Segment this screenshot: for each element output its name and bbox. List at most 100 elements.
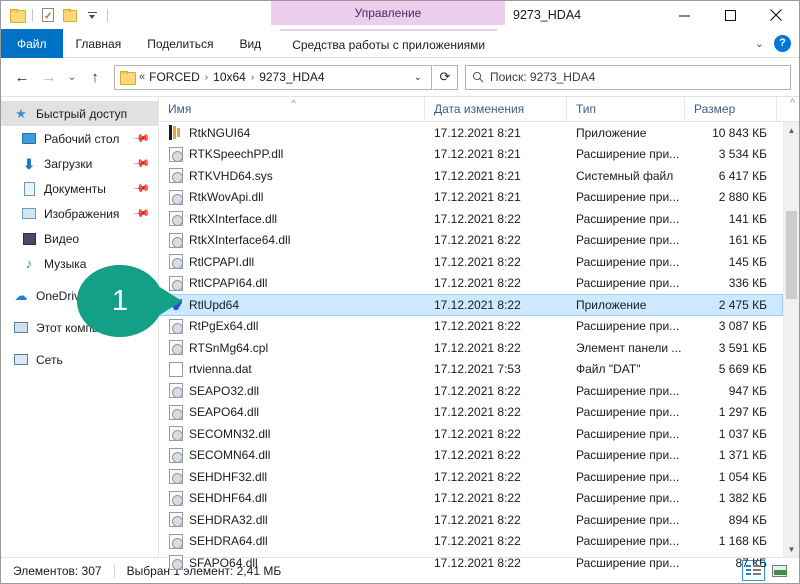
column-header-name[interactable]: Имя ^ (159, 97, 424, 121)
search-input[interactable]: Поиск: 9273_HDA4 (490, 70, 595, 84)
sidebar-item-music[interactable]: ♪ Музыка (1, 251, 158, 276)
up-button[interactable]: ↑ (82, 64, 108, 90)
file-name-label: RtlUpd64 (189, 297, 240, 312)
table-row[interactable]: RtlUpd64 17.12.2021 8:22 Приложение 2 475 К… (159, 294, 783, 316)
sidebar-item-documents[interactable]: Документы 📌 (1, 176, 158, 201)
folder-icon[interactable] (8, 6, 26, 24)
navigation-pane: ★ Быстрый доступ Рабочий стол 📌 ⬇ Загруз… (1, 97, 159, 557)
dll-icon (169, 146, 183, 162)
tab-share[interactable]: Поделиться (134, 29, 226, 58)
tab-home[interactable]: Главная (63, 29, 135, 58)
sidebar-item-videos[interactable]: Видео (1, 226, 158, 251)
pin-icon[interactable]: 📌 (133, 129, 152, 148)
table-row[interactable]: RtlCPAPI64.dll 17.12.2021 8:22 Расширение … (159, 273, 783, 295)
sidebar-item-desktop[interactable]: Рабочий стол 📌 (1, 126, 158, 151)
scroll-up-button[interactable]: ▲ (784, 122, 799, 138)
table-row[interactable]: SEHDRA32.dll 17.12.2021 8:22 Расширение пр… (159, 509, 783, 531)
breadcrumb-bar[interactable]: « FORCED › 10x64 › 9273_HDA4 ⌄ (114, 64, 432, 90)
file-name-cell: SEHDRA64.dll (160, 533, 425, 549)
file-name-label: RTKVHD64.sys (189, 168, 273, 183)
file-list-pane: Имя ^ Дата изменения Тип Размер ^ RtkNGU… (159, 97, 799, 571)
file-type-cell: Расширение при... (576, 426, 680, 441)
tab-file[interactable]: Файл (1, 29, 63, 58)
file-name-label: SEAPO32.dll (189, 383, 260, 398)
address-dropdown-icon[interactable]: ⌄ (407, 72, 429, 83)
dll-icon (169, 469, 183, 485)
file-name-label: RtPgEx64.dll (189, 319, 259, 334)
file-name-label: SEHDHF32.dll (189, 469, 268, 484)
breadcrumb-item-2[interactable]: 9273_HDA4 (259, 70, 324, 84)
breadcrumb-item-1[interactable]: 10x64 (213, 70, 246, 84)
table-row[interactable]: SEHDHF64.dll 17.12.2021 8:22 Расширение пр… (159, 488, 783, 510)
breadcrumb: « FORCED › 10x64 › 9273_HDA4 (139, 70, 325, 84)
table-row[interactable]: RtkNGUI64 17.12.2021 8:21 Приложение 10 843… (159, 122, 783, 144)
file-date-cell: 17.12.2021 8:22 (434, 297, 521, 312)
file-list-scroll-area: RtkNGUI64 17.12.2021 8:21 Приложение 10 843… (159, 122, 799, 571)
file-date-cell: 17.12.2021 8:21 (434, 168, 521, 183)
breadcrumb-item-0[interactable]: FORCED (149, 70, 200, 84)
table-row[interactable]: SFAPO64.dll 17.12.2021 8:22 Расширение при… (159, 552, 783, 574)
column-header-type[interactable]: Тип (566, 97, 684, 121)
recent-locations-button[interactable]: ⌄ (63, 64, 81, 90)
search-box[interactable]: Поиск: 9273_HDA4 (465, 64, 791, 90)
dll-icon (169, 275, 183, 291)
table-row[interactable]: SECOMN64.dll 17.12.2021 8:22 Расширение пр… (159, 445, 783, 467)
chevron-down-icon[interactable]: ⌄ (755, 37, 764, 50)
table-row[interactable]: rtvienna.dat 17.12.2021 7:53 Файл "DAT" 5 6… (159, 359, 783, 381)
properties-icon[interactable] (39, 6, 57, 24)
file-type-cell: Расширение при... (576, 190, 680, 205)
breadcrumb-separator[interactable]: › (248, 72, 257, 83)
file-date-cell: 17.12.2021 8:22 (434, 555, 521, 570)
table-row[interactable]: RtkWovApi.dll 17.12.2021 8:21 Расширение п… (159, 187, 783, 209)
vertical-scrollbar[interactable]: ▲ ▼ (783, 122, 799, 557)
close-button[interactable] (753, 1, 799, 29)
file-date-cell: 17.12.2021 8:22 (434, 534, 521, 549)
scroll-thumb[interactable] (786, 210, 797, 300)
column-header-size[interactable]: Размер (684, 97, 776, 121)
back-button[interactable]: ← (9, 64, 35, 90)
table-row[interactable]: SECOMN32.dll 17.12.2021 8:22 Расширение пр… (159, 423, 783, 445)
forward-button[interactable]: → (36, 64, 62, 90)
scroll-track[interactable] (784, 138, 799, 541)
file-size-cell: 1 054 КБ (718, 469, 767, 484)
new-folder-icon[interactable] (61, 6, 79, 24)
file-name-cell: SECOMN32.dll (160, 426, 425, 442)
table-row[interactable]: SEAPO32.dll 17.12.2021 8:22 Расширение при… (159, 380, 783, 402)
sidebar-item-network[interactable]: Сеть (1, 347, 158, 372)
help-icon[interactable]: ? (774, 34, 791, 52)
refresh-button[interactable]: ⟳ (433, 64, 458, 90)
table-row[interactable]: RtlCPAPI.dll 17.12.2021 8:22 Расширение пр… (159, 251, 783, 273)
pin-icon[interactable]: 📌 (133, 179, 152, 198)
sidebar-item-quick-access[interactable]: ★ Быстрый доступ (1, 101, 158, 126)
dll-icon (169, 533, 183, 549)
column-header-overflow[interactable]: ^ (776, 97, 799, 121)
dat-icon (169, 361, 183, 377)
customize-dropdown-icon[interactable] (83, 6, 101, 24)
table-row[interactable]: RTKVHD64.sys 17.12.2021 8:21 Системный фай… (159, 165, 783, 187)
scroll-down-button[interactable]: ▼ (784, 541, 799, 557)
table-row[interactable]: RtPgEx64.dll 17.12.2021 8:22 Расширение пр… (159, 316, 783, 338)
column-header-date[interactable]: Дата изменения (424, 97, 566, 121)
table-row[interactable]: RTSnMg64.cpl 17.12.2021 8:22 Элемент панел… (159, 337, 783, 359)
file-date-cell: 17.12.2021 8:22 (434, 276, 521, 291)
minimize-button[interactable] (661, 1, 707, 29)
tab-view[interactable]: Вид (226, 29, 274, 58)
file-size-cell: 2 475 КБ (718, 297, 767, 312)
table-row[interactable]: RtkXInterface64.dll 17.12.2021 8:22 Расшир… (159, 230, 783, 252)
file-name-label: RtkNGUI64 (189, 125, 251, 140)
breadcrumb-separator[interactable]: › (202, 72, 211, 83)
table-row[interactable]: RtkXInterface.dll 17.12.2021 8:22 Расширен… (159, 208, 783, 230)
sidebar-item-downloads[interactable]: ⬇ Загрузки 📌 (1, 151, 158, 176)
pin-icon[interactable]: 📌 (133, 204, 152, 223)
pin-icon[interactable]: 📌 (133, 154, 152, 173)
sidebar-item-this-pc[interactable]: Этот компьютер (1, 315, 158, 340)
table-row[interactable]: SEHDRA64.dll 17.12.2021 8:22 Расширение пр… (159, 531, 783, 553)
table-row[interactable]: SEHDHF32.dll 17.12.2021 8:22 Расширение пр… (159, 466, 783, 488)
breadcrumb-overflow-icon[interactable]: « (139, 71, 147, 83)
table-row[interactable]: RTKSpeechPP.dll 17.12.2021 8:21 Расширение… (159, 144, 783, 166)
maximize-button[interactable] (707, 1, 753, 29)
tab-application-tools[interactable]: Средства работы с приложениями (280, 29, 498, 58)
sidebar-item-pictures[interactable]: Изображения 📌 (1, 201, 158, 226)
table-row[interactable]: SEAPO64.dll 17.12.2021 8:22 Расширение при… (159, 402, 783, 424)
sidebar-item-onedrive[interactable]: ☁ OneDrive (1, 283, 158, 308)
